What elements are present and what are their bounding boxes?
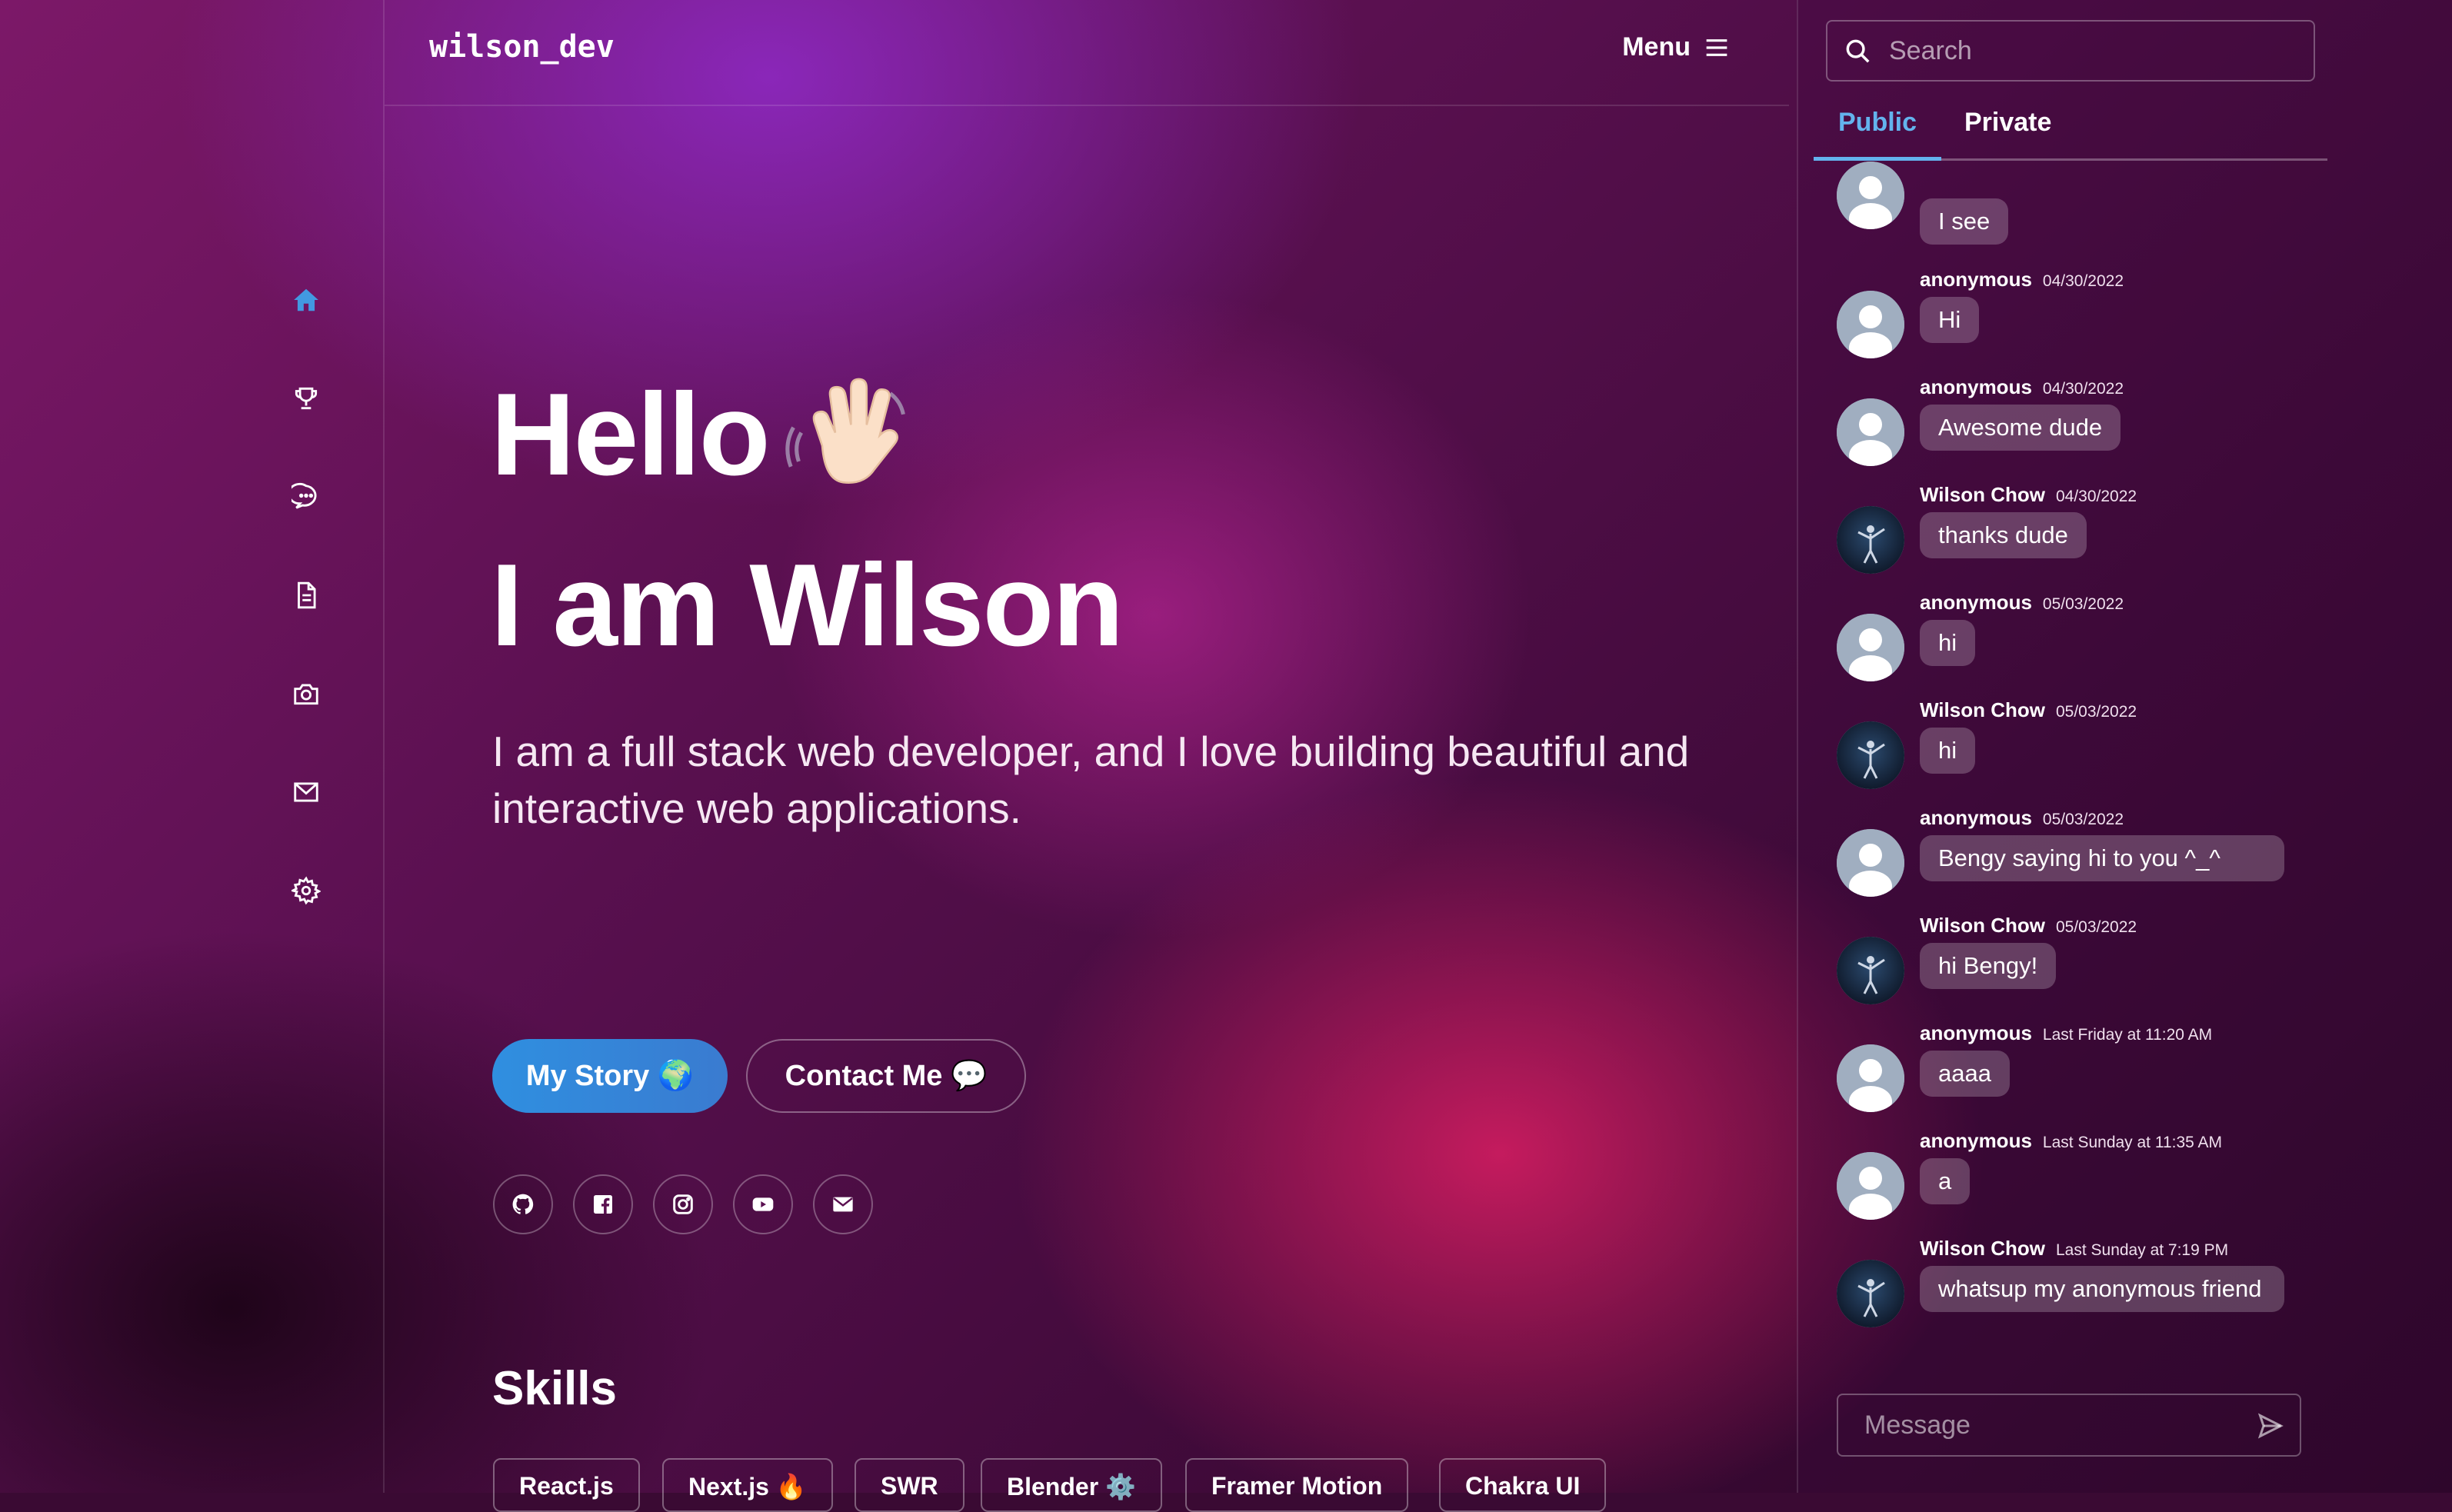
- message-timestamp: 04/30/2022: [2042, 380, 2124, 398]
- message-author: Wilson Chow: [1920, 914, 2045, 937]
- trophy-icon[interactable]: [288, 380, 325, 417]
- message-meta: Wilson Chow 04/30/2022: [1920, 483, 2137, 507]
- message-author: anonymous: [1920, 591, 2032, 614]
- message-bubble: aaaa: [1920, 1051, 2010, 1097]
- avatar[interactable]: [1837, 398, 1904, 466]
- tab-private[interactable]: Private: [1964, 108, 2051, 138]
- my-story-button[interactable]: My Story 🌍: [492, 1039, 728, 1113]
- message-bubble: Awesome dude: [1920, 405, 2121, 451]
- message-timestamp: 05/03/2022: [2042, 595, 2124, 613]
- youtube-icon[interactable]: [733, 1174, 793, 1234]
- contact-me-button[interactable]: Contact Me 💬: [746, 1039, 1026, 1113]
- chat-panel: Public Private I see anonymous 04/30/2022 H…: [1797, 0, 2452, 1493]
- avatar[interactable]: [1837, 291, 1904, 358]
- skill-chip: React.js: [493, 1458, 640, 1512]
- waving-hand-icon: [785, 378, 905, 484]
- active-tab-indicator: [1814, 157, 1941, 161]
- instagram-icon[interactable]: [653, 1174, 713, 1234]
- hello-text: Hello: [491, 369, 771, 500]
- message-timestamp: 04/30/2022: [2055, 488, 2137, 505]
- message-author: anonymous: [1920, 1129, 2032, 1152]
- message-meta: anonymous Last Friday at 11:20 AM: [1920, 1021, 2212, 1045]
- home-icon[interactable]: [288, 281, 325, 318]
- message-meta: anonymous 04/30/2022: [1920, 375, 2124, 399]
- avatar[interactable]: [1837, 1152, 1904, 1220]
- hamburger-icon: [1706, 38, 1727, 56]
- message-timestamp: Last Friday at 11:20 AM: [2042, 1026, 2213, 1044]
- hero-intro: I am Wilson: [491, 540, 1124, 671]
- message-meta: Wilson Chow 05/03/2022: [1920, 914, 2137, 938]
- message-input[interactable]: [1863, 1409, 2235, 1441]
- avatar[interactable]: [1837, 937, 1904, 1004]
- document-icon[interactable]: [288, 577, 325, 614]
- avatar[interactable]: [1837, 614, 1904, 681]
- message-meta: anonymous Last Sunday at 11:35 AM: [1920, 1129, 2222, 1153]
- message-author: anonymous: [1920, 268, 2032, 291]
- message-author: anonymous: [1920, 375, 2032, 398]
- message-timestamp: 05/03/2022: [2042, 811, 2124, 828]
- chat-search: [1826, 20, 2315, 82]
- tab-public[interactable]: Public: [1838, 108, 1917, 138]
- message-timestamp: 05/03/2022: [2055, 703, 2137, 721]
- send-icon[interactable]: [2257, 1412, 2284, 1440]
- message-bubble: hi: [1920, 620, 1976, 666]
- message-author: Wilson Chow: [1920, 698, 2045, 721]
- message-bubble: thanks dude: [1920, 512, 2087, 558]
- message-meta: Wilson Chow Last Sunday at 7:19 PM: [1920, 1237, 2228, 1261]
- message-author: Wilson Chow: [1920, 483, 2045, 506]
- message-author: anonymous: [1920, 806, 2032, 829]
- search-icon: [1846, 39, 1870, 63]
- message-list[interactable]: I see anonymous 04/30/2022 Hi anonymous 04/30…: [1798, 162, 2452, 1346]
- skill-chip: Next.js 🔥: [662, 1458, 833, 1512]
- github-icon[interactable]: [493, 1174, 553, 1234]
- message-timestamp: Last Sunday at 7:19 PM: [2055, 1241, 2229, 1259]
- message-bubble: Hi: [1920, 297, 1980, 343]
- avatar[interactable]: [1837, 1044, 1904, 1112]
- message-meta: anonymous 04/30/2022: [1920, 268, 2124, 291]
- message-composer: [1837, 1394, 2301, 1457]
- camera-icon[interactable]: [288, 675, 325, 712]
- message-meta: Wilson Chow 05/03/2022: [1920, 698, 2137, 722]
- avatar[interactable]: [1837, 721, 1904, 789]
- facebook-icon[interactable]: [573, 1174, 633, 1234]
- gear-icon[interactable]: [288, 872, 325, 909]
- message-bubble: Bengy saying hi to you ^_^: [1920, 835, 2284, 881]
- side-nav: [0, 0, 385, 1493]
- message-author: anonymous: [1920, 1021, 2032, 1044]
- message-author: Wilson Chow: [1920, 1237, 2045, 1260]
- message-bubble: hi Bengy!: [1920, 943, 2057, 989]
- menu-button[interactable]: Menu: [1622, 32, 1729, 62]
- skill-chip: Framer Motion: [1185, 1458, 1409, 1512]
- search-input[interactable]: [1887, 35, 2306, 67]
- avatar[interactable]: [1837, 162, 1904, 229]
- skill-chip: Blender ⚙️: [981, 1458, 1162, 1512]
- menu-label: Menu: [1622, 32, 1691, 62]
- message-meta: anonymous 05/03/2022: [1920, 591, 2124, 614]
- chat-icon[interactable]: [288, 478, 325, 515]
- avatar[interactable]: [1837, 829, 1904, 897]
- message-bubble: a: [1920, 1158, 1971, 1204]
- message-bubble: I see: [1920, 198, 2009, 245]
- message-meta: anonymous 05/03/2022: [1920, 806, 2124, 830]
- avatar[interactable]: [1837, 1260, 1904, 1327]
- message-timestamp: 04/30/2022: [2042, 272, 2124, 290]
- message-bubble: hi: [1920, 728, 1976, 774]
- top-bar: wilson_dev Menu: [385, 0, 1789, 106]
- chat-tabs: Public Private: [1814, 97, 2327, 161]
- message-timestamp: Last Sunday at 11:35 AM: [2042, 1134, 2223, 1151]
- mail-icon[interactable]: [288, 774, 325, 811]
- skill-chip: SWR: [855, 1458, 964, 1512]
- mail-icon[interactable]: [813, 1174, 873, 1234]
- skill-chip: Chakra UI: [1439, 1458, 1607, 1512]
- avatar[interactable]: [1837, 506, 1904, 574]
- hero-tagline: I am a full stack web developer, and I l…: [492, 728, 1690, 832]
- skills-heading: Skills: [492, 1362, 617, 1415]
- hero-hello: Hello: [491, 368, 914, 502]
- message-bubble: whatsup my anonymous friend: [1920, 1266, 2284, 1312]
- logo[interactable]: wilson_dev: [429, 29, 615, 65]
- message-timestamp: 05/03/2022: [2055, 918, 2137, 936]
